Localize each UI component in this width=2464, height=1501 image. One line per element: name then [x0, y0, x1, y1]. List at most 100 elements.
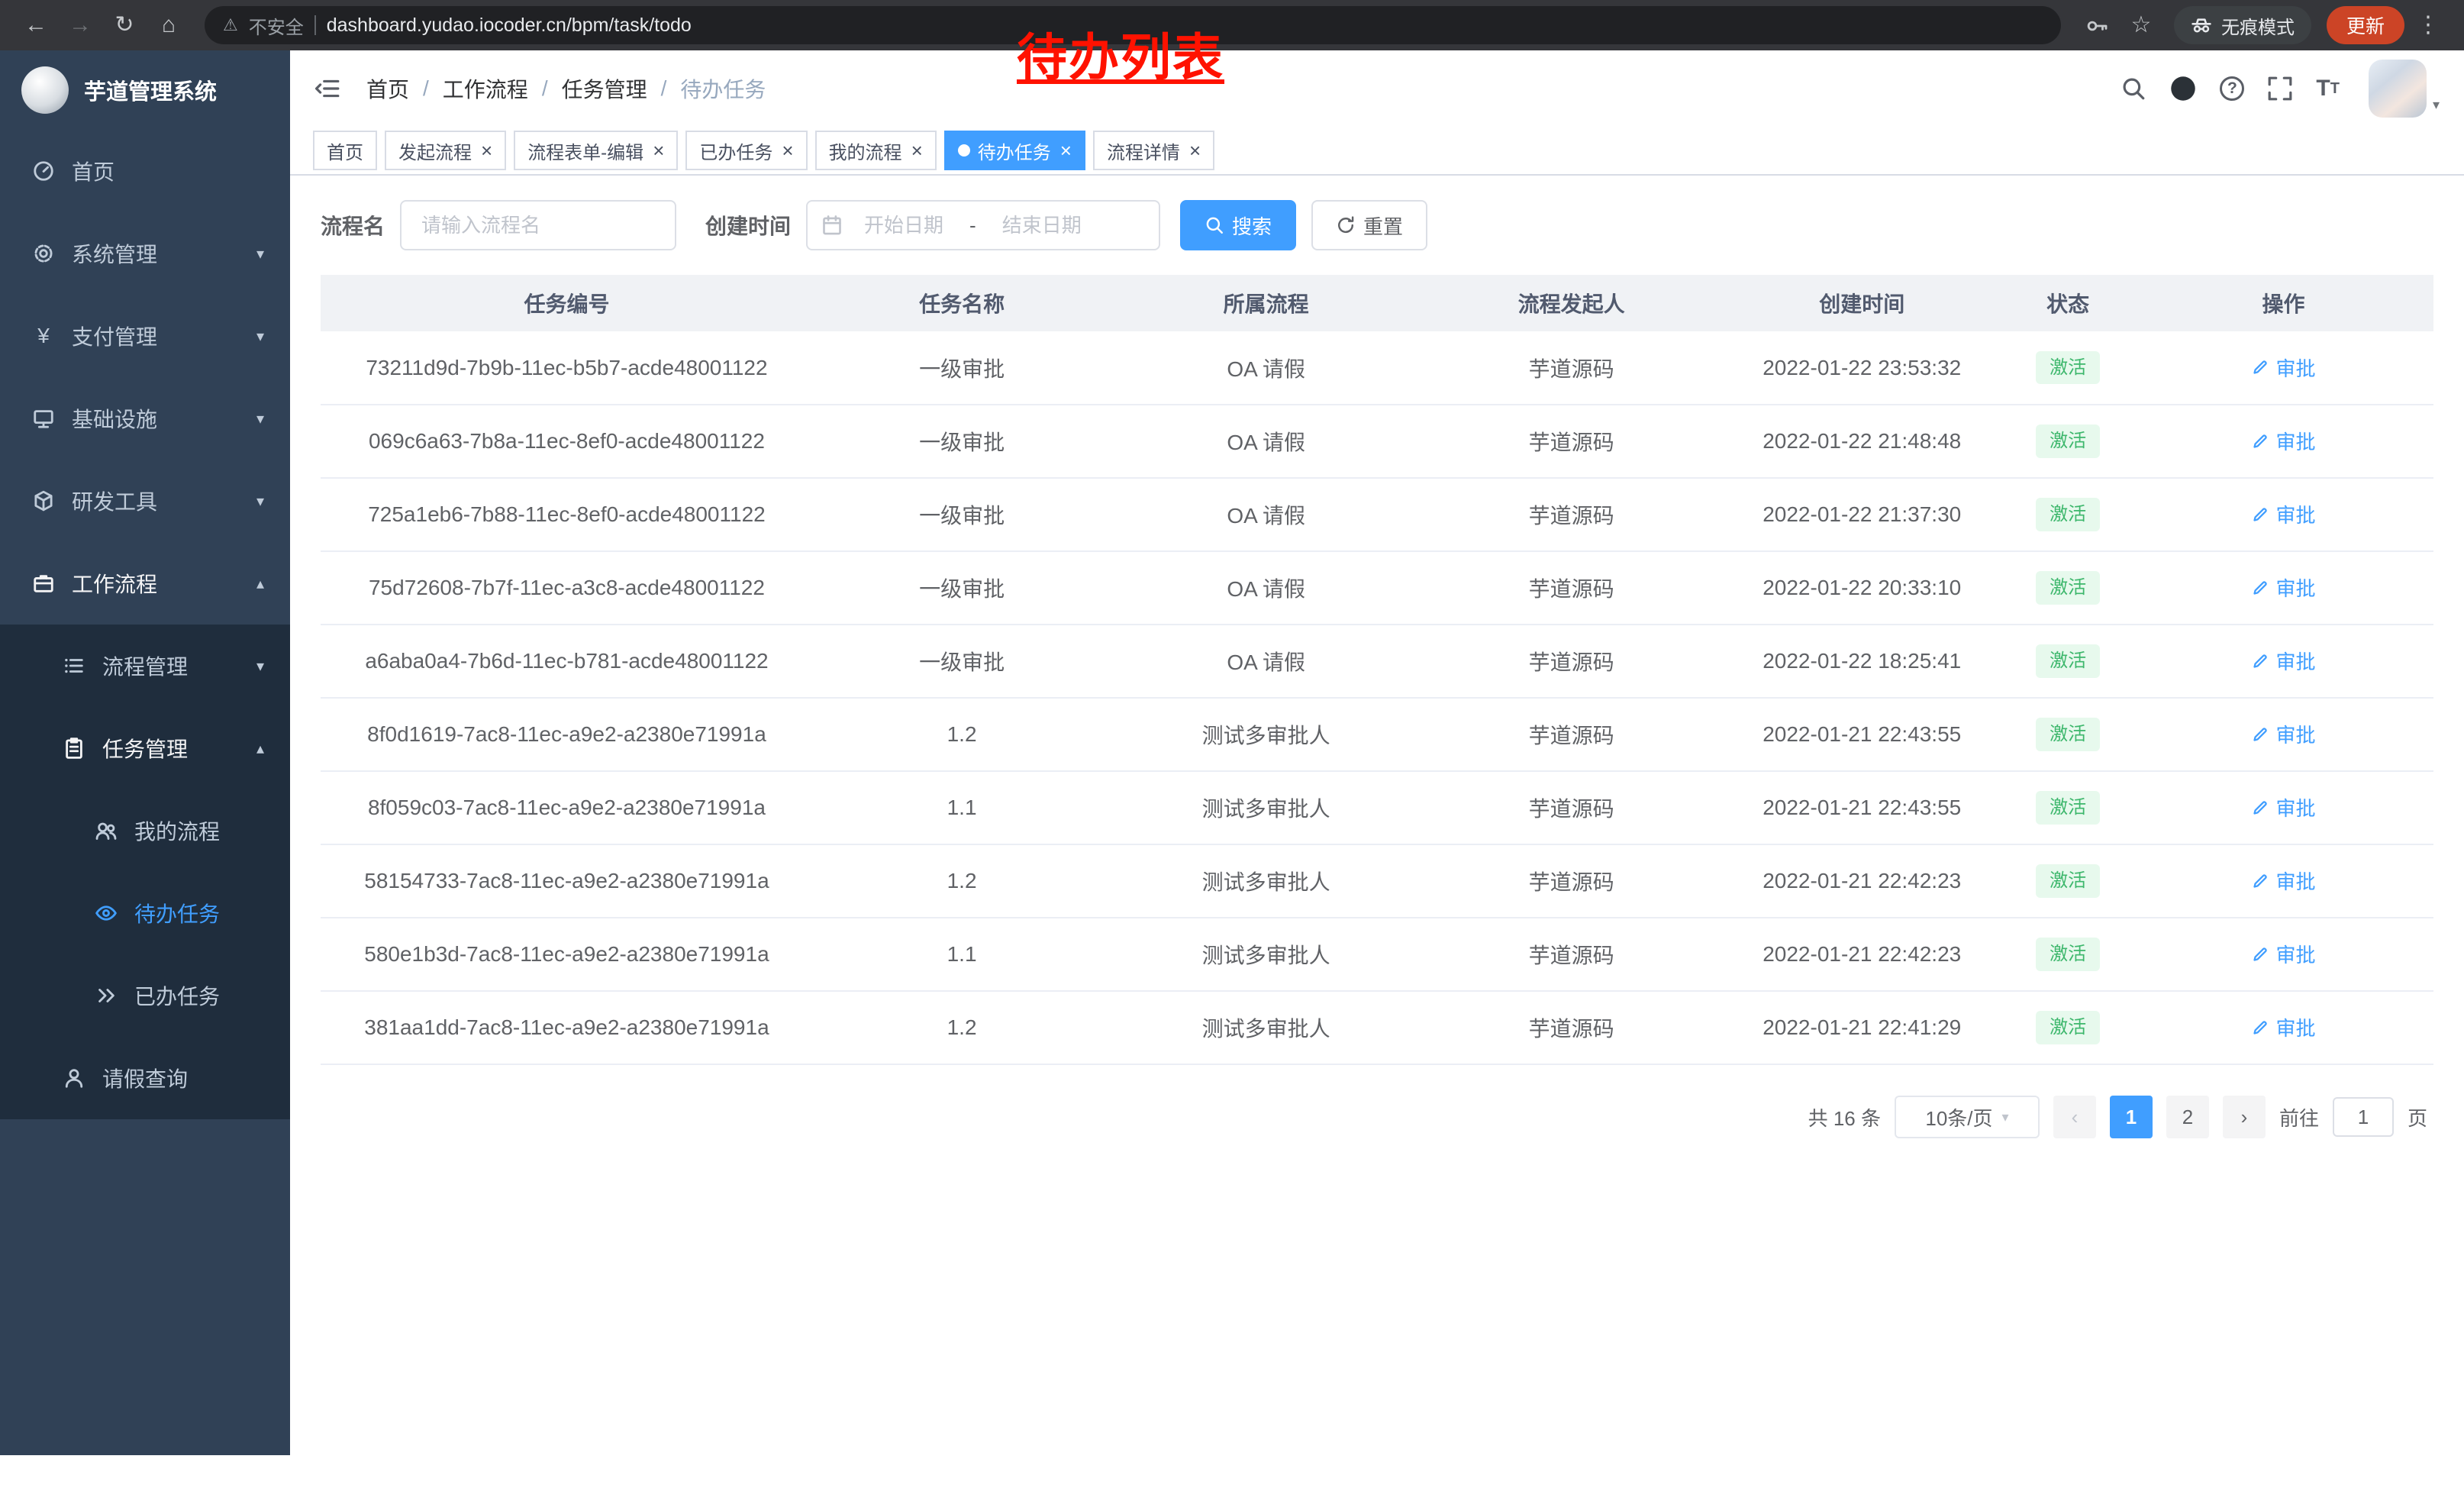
approve-link[interactable]: 审批 — [2251, 353, 2315, 382]
yen-icon: ¥ — [32, 324, 55, 347]
github-icon[interactable] — [2169, 75, 2197, 102]
briefcase-icon — [32, 572, 55, 595]
tab-process-form-edit[interactable]: 流程表单-编辑 × — [514, 131, 678, 170]
tab-label: 流程表单-编辑 — [527, 137, 643, 164]
breadcrumb-item-home[interactable]: 首页 — [366, 73, 409, 104]
approve-link[interactable]: 审批 — [2251, 867, 2315, 895]
tab-process-detail[interactable]: 流程详情 × — [1093, 131, 1214, 170]
col-create-time: 创建时间 — [1721, 275, 2002, 331]
start-date-input[interactable] — [846, 214, 962, 237]
page-button-2[interactable]: 2 — [2166, 1096, 2209, 1138]
approve-link[interactable]: 审批 — [2251, 793, 2315, 822]
prev-page-button[interactable]: ‹ — [2053, 1096, 2096, 1138]
bookmark-star-icon[interactable]: ☆ — [2121, 14, 2162, 37]
key-icon[interactable] — [2076, 13, 2117, 37]
sidebar-item-task-management[interactable]: 任务管理 ▴ — [0, 707, 290, 789]
font-size-icon[interactable]: TT — [2316, 77, 2340, 100]
goto-page-input[interactable] — [2333, 1097, 2394, 1137]
approve-link-label: 审批 — [2275, 793, 2315, 822]
edit-icon — [2251, 945, 2269, 964]
search-button[interactable]: 搜索 — [1180, 200, 1296, 250]
breadcrumb-separator: / — [542, 76, 548, 101]
sidebar-item-infrastructure[interactable]: 基础设施 ▾ — [0, 377, 290, 460]
cell-starter: 芋道源码 — [1421, 331, 1721, 405]
tab-todo-tasks[interactable]: 待办任务 × — [944, 131, 1085, 170]
sidebar-item-payment-management[interactable]: ¥ 支付管理 ▾ — [0, 295, 290, 377]
app-logo[interactable]: 芋道管理系统 — [0, 50, 290, 130]
date-range-picker[interactable]: - — [806, 200, 1160, 250]
menu-fold-icon[interactable] — [314, 76, 340, 102]
next-page-button[interactable]: › — [2223, 1096, 2266, 1138]
approve-link[interactable]: 审批 — [2251, 500, 2315, 528]
approve-link[interactable]: 审批 — [2251, 573, 2315, 602]
edit-icon — [2251, 1018, 2269, 1037]
close-icon[interactable]: × — [782, 140, 793, 160]
edit-icon — [2251, 652, 2269, 670]
sidebar-item-system-management[interactable]: 系统管理 ▾ — [0, 212, 290, 295]
sidebar-item-dev-tools[interactable]: 研发工具 ▾ — [0, 460, 290, 542]
close-icon[interactable]: × — [911, 140, 923, 160]
browser-back-icon[interactable]: ← — [15, 14, 56, 37]
tab-done-tasks[interactable]: 已办任务 × — [685, 131, 807, 170]
sidebar-item-workflow[interactable]: 工作流程 ▴ — [0, 542, 290, 625]
cell-task-name: 一级审批 — [813, 331, 1111, 405]
update-button[interactable]: 更新 — [2327, 6, 2404, 44]
approve-link[interactable]: 审批 — [2251, 1013, 2315, 1041]
tab-start-process[interactable]: 发起流程 × — [385, 131, 506, 170]
process-name-input[interactable] — [400, 200, 676, 250]
tab-my-processes[interactable]: 我的流程 × — [815, 131, 937, 170]
list-icon — [63, 654, 85, 677]
sidebar-item-todo-tasks[interactable]: 待办任务 — [0, 872, 290, 954]
close-icon[interactable]: × — [1060, 140, 1072, 160]
close-icon[interactable]: × — [1189, 140, 1201, 160]
user-avatar-menu[interactable]: ▾ — [2369, 60, 2440, 118]
chevron-down-icon: ▾ — [256, 244, 264, 263]
cell-actions: 审批 — [2133, 405, 2433, 478]
table-row: 75d72608-7b7f-11ec-a3c8-acde48001122 一级审… — [321, 551, 2433, 625]
end-date-input[interactable] — [984, 214, 1100, 237]
cell-task-id: 8f059c03-7ac8-11ec-a9e2-a2380e71991a — [321, 771, 813, 844]
reset-button[interactable]: 重置 — [1311, 200, 1427, 250]
browser-refresh-icon[interactable]: ↻ — [104, 14, 145, 37]
browser-forward-icon[interactable]: → — [60, 14, 101, 37]
page-size-select[interactable]: 10条/页 ▾ — [1895, 1096, 2040, 1138]
edit-icon — [2251, 579, 2269, 597]
goto-label: 前往 — [2279, 1103, 2319, 1131]
table-row: 580e1b3d-7ac8-11ec-a9e2-a2380e71991a 1.1… — [321, 918, 2433, 991]
sidebar-item-label: 工作流程 — [72, 568, 157, 599]
tab-label: 发起流程 — [398, 137, 472, 164]
cell-task-name: 1.2 — [813, 844, 1111, 918]
sidebar-item-done-tasks[interactable]: 已办任务 — [0, 954, 290, 1037]
help-icon[interactable]: ? — [2220, 76, 2244, 101]
approve-link[interactable]: 审批 — [2251, 427, 2315, 455]
table-row: 8f059c03-7ac8-11ec-a9e2-a2380e71991a 1.1… — [321, 771, 2433, 844]
approve-link[interactable]: 审批 — [2251, 647, 2315, 675]
approve-link[interactable]: 审批 — [2251, 720, 2315, 748]
browser-home-icon[interactable]: ⌂ — [148, 14, 189, 37]
search-icon[interactable] — [2121, 76, 2146, 102]
tab-home[interactable]: 首页 — [313, 131, 377, 170]
breadcrumb-item-task-management[interactable]: 任务管理 — [562, 73, 647, 104]
total-count: 共 16 条 — [1808, 1103, 1881, 1131]
cell-status: 激活 — [2002, 698, 2133, 771]
status-badge: 激活 — [2036, 864, 2100, 897]
breadcrumb-item-workflow[interactable]: 工作流程 — [443, 73, 528, 104]
status-badge: 激活 — [2036, 498, 2100, 531]
cell-process: 测试多审批人 — [1111, 991, 1421, 1064]
close-icon[interactable]: × — [653, 140, 664, 160]
browser-menu-icon[interactable]: ⋮ — [2408, 14, 2449, 37]
cell-create-time: 2022-01-22 18:25:41 — [1721, 625, 2002, 698]
page-button-1[interactable]: 1 — [2110, 1096, 2153, 1138]
box-icon — [32, 489, 55, 512]
sidebar-item-my-processes[interactable]: 我的流程 — [0, 789, 290, 872]
logo-avatar — [21, 66, 69, 114]
sidebar-item-leave-query[interactable]: 请假查询 — [0, 1037, 290, 1119]
approve-link[interactable]: 审批 — [2251, 940, 2315, 968]
cell-process: 测试多审批人 — [1111, 844, 1421, 918]
sidebar-item-home[interactable]: 首页 — [0, 130, 290, 212]
cell-create-time: 2022-01-22 21:48:48 — [1721, 405, 2002, 478]
fullscreen-icon[interactable] — [2267, 76, 2293, 102]
close-icon[interactable]: × — [481, 140, 492, 160]
sidebar-item-process-management[interactable]: 流程管理 ▾ — [0, 625, 290, 707]
cell-task-id: 8f0d1619-7ac8-11ec-a9e2-a2380e71991a — [321, 698, 813, 771]
